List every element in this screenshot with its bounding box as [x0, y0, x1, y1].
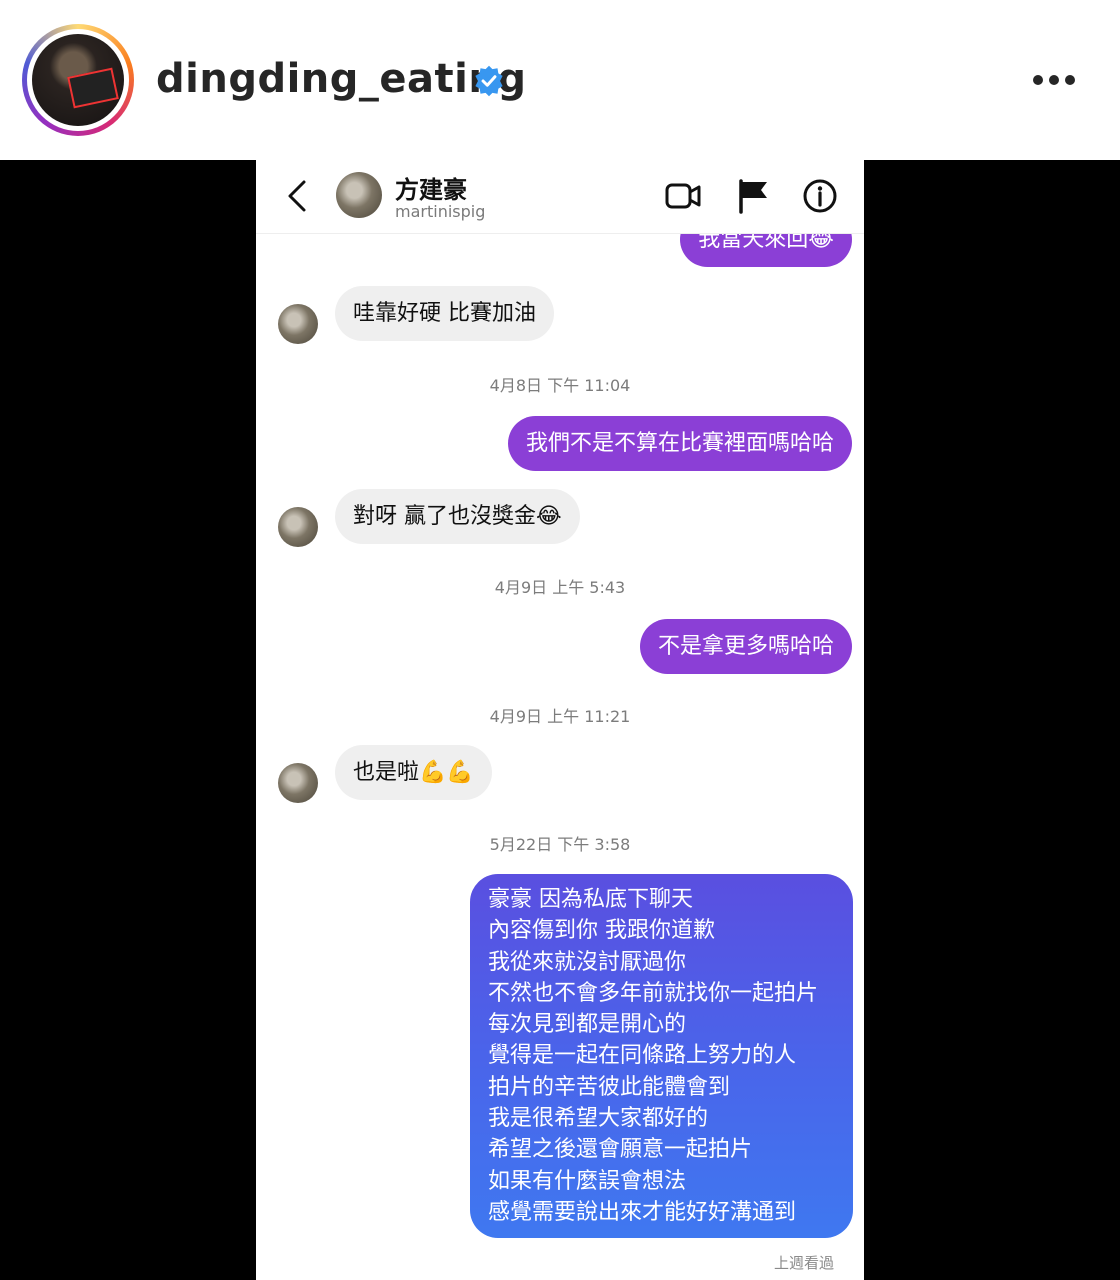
avatar-sign — [67, 67, 119, 109]
message-bubble-outgoing[interactable]: 我們不是不算在比賽裡面嗎哈哈 — [507, 416, 852, 471]
message-bubble-incoming[interactable]: 哇靠好硬 比賽加油 — [335, 286, 554, 341]
message-line: 豪豪 因為私底下聊天 — [488, 887, 693, 912]
chat-header: 方建豪 martinispig — [256, 160, 864, 234]
message-line: 每次見到都是開心的 — [488, 1012, 687, 1038]
contact-mini-avatar — [278, 763, 318, 803]
back-chevron-icon[interactable] — [284, 178, 310, 214]
message-line: 覺得是一起在同條路上努力的人 — [488, 1043, 797, 1069]
seen-status: 上週看過 — [773, 1254, 834, 1272]
contact-avatar[interactable] — [336, 172, 382, 218]
post-username[interactable]: dingding_eating — [156, 56, 526, 102]
message-timestamp: 4月8日 下午 11:04 — [489, 376, 631, 395]
message-line: 感覺需要說出來才能好好溝通到 — [488, 1199, 797, 1225]
message-line: 希望之後還會願意一起拍片 — [488, 1137, 753, 1163]
more-horizontal-icon[interactable] — [1030, 66, 1078, 94]
message-timestamp: 4月9日 上午 11:21 — [489, 707, 631, 726]
video-camera-icon[interactable] — [664, 178, 702, 214]
message-timestamp: 5月22日 下午 3:58 — [489, 835, 631, 854]
message-line: 內容傷到你 我跟你道歉 — [488, 918, 715, 944]
contact-handle: martinispig — [395, 202, 486, 221]
message-bubble-outgoing-long[interactable]: 豪豪 因為私底下聊天 內容傷到你 我跟你道歉 我從來就沒討厭過你 不然也不會多年… — [470, 874, 853, 1239]
message-timestamp: 4月9日 上午 5:43 — [494, 578, 626, 597]
info-icon[interactable] — [801, 178, 839, 214]
profile-avatar[interactable] — [22, 24, 134, 136]
verified-badge-icon — [475, 65, 503, 97]
message-bubble-incoming[interactable]: 對呀 贏了也沒獎金😂 — [335, 489, 580, 544]
message-line: 我是很希望大家都好的 — [488, 1106, 709, 1132]
message-line: 我從來就沒討厭過你 — [488, 949, 687, 975]
message-bubble-incoming[interactable]: 也是啦💪💪 — [335, 745, 492, 800]
message-bubble-outgoing[interactable]: 不是拿更多嗎哈哈 — [639, 619, 852, 674]
message-line: 拍片的辛苦彼此能體會到 — [488, 1074, 731, 1100]
contact-mini-avatar — [278, 507, 318, 547]
contact-name[interactable]: 方建豪 — [395, 170, 467, 205]
contact-mini-avatar — [278, 304, 318, 344]
post-header: dingding_eating — [0, 0, 1120, 160]
dm-screenshot: 方建豪 martinispig 我當天來回😂 哇靠好硬 比賽加油 4月8日 下午… — [256, 160, 864, 1280]
flag-icon[interactable] — [734, 178, 772, 214]
message-line: 如果有什麼誤會想法 — [488, 1168, 687, 1194]
message-line: 不然也不會多年前就找你一起拍片 — [488, 980, 819, 1006]
